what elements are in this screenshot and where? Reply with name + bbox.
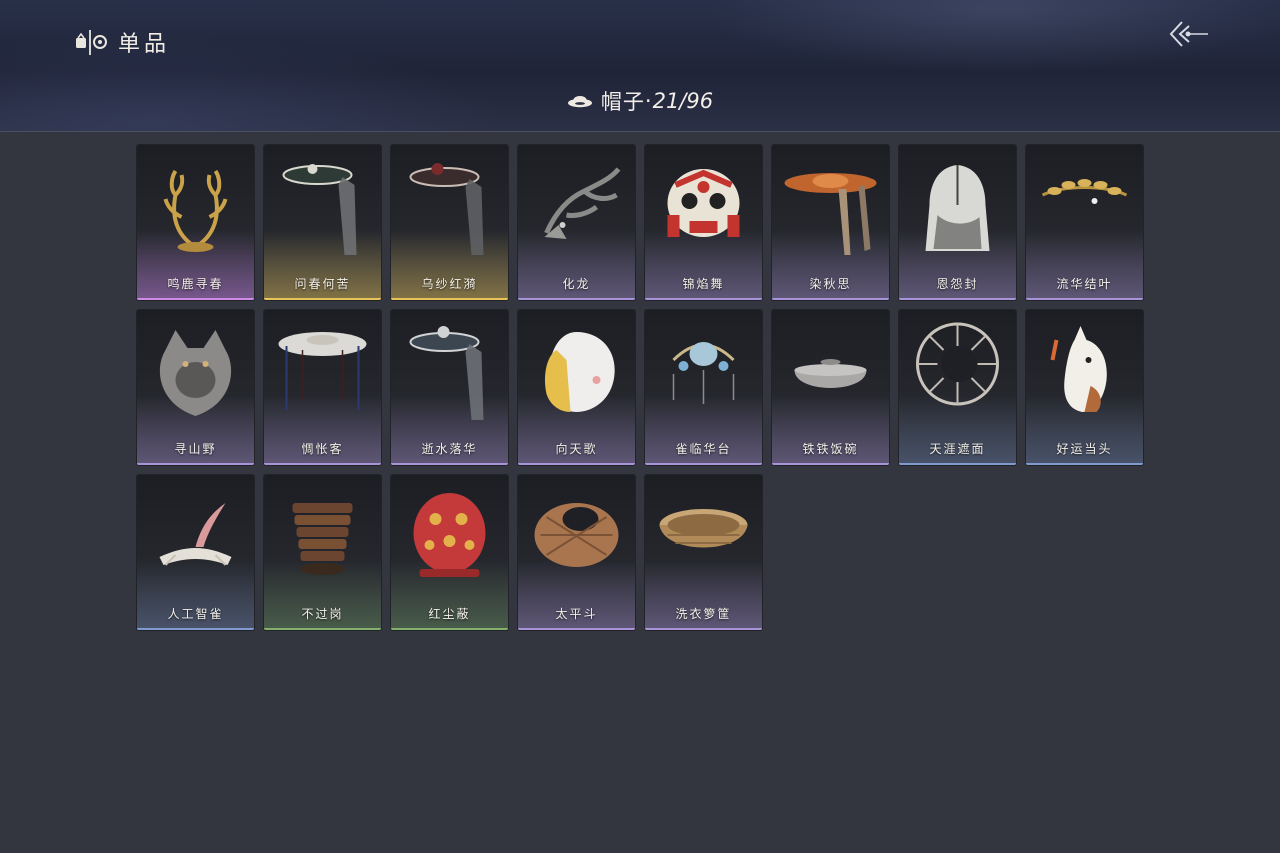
antler-headdress-icon	[145, 155, 246, 255]
bowl-stack-icon	[272, 485, 373, 585]
item-card[interactable]: 问春何苦	[264, 145, 381, 300]
rarity-bar	[645, 628, 762, 630]
golden-leaf-crown-icon	[1034, 155, 1135, 255]
paper-bird-icon	[145, 485, 246, 585]
item-card[interactable]: 染秋思	[772, 145, 889, 300]
rarity-bar	[264, 298, 381, 300]
item-card[interactable]: 太平斗	[518, 475, 635, 630]
item-card[interactable]: 洗衣箩筐	[645, 475, 762, 630]
hat-icon	[567, 96, 592, 108]
item-card[interactable]: 好运当头	[1026, 310, 1143, 465]
horse-head-icon	[1034, 320, 1135, 420]
item-name: 人工智雀	[167, 607, 224, 621]
laundry-basket-icon	[653, 485, 754, 585]
item-card[interactable]: 红尘蔽	[391, 475, 508, 630]
rarity-bar	[518, 628, 635, 630]
wire-hat-icon	[907, 320, 1008, 420]
category-header: 帽子 · 21/96	[0, 86, 1280, 116]
veiled-hat-icon	[272, 155, 373, 255]
item-card[interactable]: 铁铁饭碗	[772, 310, 889, 465]
red-hood-icon	[399, 485, 500, 585]
item-name: 不过岗	[301, 607, 344, 621]
rarity-bar	[264, 628, 381, 630]
rarity-bar	[391, 463, 508, 465]
item-name: 铁铁饭碗	[802, 442, 859, 456]
item-card[interactable]: 天涯遮面	[899, 310, 1016, 465]
item-name: 问春何苦	[294, 277, 351, 291]
rarity-bar	[137, 463, 254, 465]
item-name: 惆怅客	[301, 442, 344, 456]
item-card[interactable]: 锦焰舞	[645, 145, 762, 300]
rarity-bar	[772, 298, 889, 300]
ink-hood-icon	[907, 155, 1008, 255]
item-card[interactable]: 流华结叶	[1026, 145, 1143, 300]
item-card[interactable]: 寻山野	[137, 310, 254, 465]
rarity-bar	[899, 463, 1016, 465]
dragon-head-icon	[526, 155, 627, 255]
rarity-bar	[1026, 463, 1143, 465]
item-name: 向天歌	[555, 442, 598, 456]
veiled-hat-silver-icon	[399, 320, 500, 420]
rarity-bar	[899, 298, 1016, 300]
item-name: 天涯遮面	[929, 442, 986, 456]
item-name: 乌纱红漪	[421, 277, 478, 291]
page-title: 单品	[118, 32, 171, 57]
item-name: 逝水落华	[421, 442, 478, 456]
item-name: 洗衣箩筐	[675, 607, 732, 621]
rarity-bar	[391, 628, 508, 630]
rarity-bar	[391, 298, 508, 300]
category-count: 21/96	[652, 89, 714, 113]
rarity-bar	[645, 463, 762, 465]
item-name: 寻山野	[174, 442, 217, 456]
rarity-bar	[518, 463, 635, 465]
category-separator: ·	[644, 89, 653, 113]
page-title-group: 单品	[74, 26, 170, 58]
rarity-bar	[645, 298, 762, 300]
wicker-basket-hat-icon	[526, 485, 627, 585]
item-name: 锦焰舞	[682, 277, 725, 291]
rarity-bar	[137, 298, 254, 300]
item-card[interactable]: 恩怨封	[899, 145, 1016, 300]
rarity-bar	[264, 463, 381, 465]
item-name: 太平斗	[555, 607, 598, 621]
item-name: 好运当头	[1056, 442, 1113, 456]
blue-phoenix-crown-icon	[653, 320, 754, 420]
header-banner: 单品 帽子 · 21/96	[0, 0, 1280, 132]
rarity-bar	[518, 298, 635, 300]
orange-straw-hat-icon	[780, 155, 881, 255]
item-name: 雀临华台	[675, 442, 732, 456]
goose-hood-icon	[526, 320, 627, 420]
item-name: 染秋思	[809, 277, 852, 291]
item-name: 红尘蔽	[428, 607, 471, 621]
item-card[interactable]: 向天歌	[518, 310, 635, 465]
rarity-bar	[1026, 298, 1143, 300]
item-card[interactable]: 人工智雀	[137, 475, 254, 630]
item-card[interactable]: 逝水落华	[391, 310, 508, 465]
wardrobe-icon	[74, 27, 108, 57]
category-label: 帽子	[600, 90, 645, 114]
back-arrow-icon	[1169, 21, 1208, 47]
white-bamboo-hat-icon	[272, 320, 373, 420]
item-card[interactable]: 化龙	[518, 145, 635, 300]
wolf-hood-icon	[145, 320, 246, 420]
item-name: 流华结叶	[1056, 277, 1113, 291]
lion-dance-head-icon	[653, 155, 754, 255]
item-card[interactable]: 雀临华台	[645, 310, 762, 465]
item-name: 化龙	[562, 277, 591, 291]
rarity-bar	[137, 628, 254, 630]
veiled-hat-red-icon	[399, 155, 500, 255]
item-card[interactable]: 惆怅客	[264, 310, 381, 465]
item-card[interactable]: 鸣鹿寻春	[137, 145, 254, 300]
iron-bowl-icon	[780, 320, 881, 420]
item-name: 鸣鹿寻春	[167, 277, 224, 291]
item-card[interactable]: 乌纱红漪	[391, 145, 508, 300]
back-button[interactable]	[1166, 18, 1210, 52]
item-name: 恩怨封	[936, 277, 979, 291]
rarity-bar	[772, 463, 889, 465]
item-card[interactable]: 不过岗	[264, 475, 381, 630]
